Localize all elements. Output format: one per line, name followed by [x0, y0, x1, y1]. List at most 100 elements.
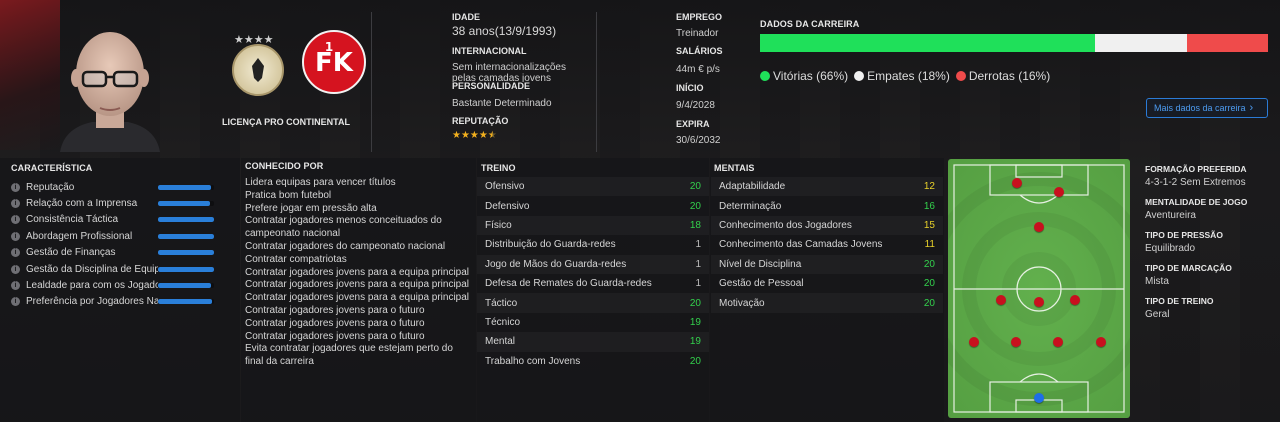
manager-face: [40, 20, 180, 152]
training-attribute-row[interactable]: Defensivo 20: [477, 196, 709, 215]
characteristic-bar: [158, 299, 214, 305]
formation-pitch[interactable]: [948, 159, 1130, 418]
characteristic-row[interactable]: i Abordagem Profissional: [11, 228, 237, 244]
mental-attribute-row[interactable]: Determinação 16: [711, 196, 943, 215]
attribute-label: Jogo de Mãos do Guarda-redes: [485, 258, 627, 270]
training-attribute-row[interactable]: Mental 19: [477, 332, 709, 351]
goalkeeper-marker[interactable]: [1034, 393, 1044, 403]
training-attribute-row[interactable]: Ofensivo 20: [477, 177, 709, 196]
known-for-item: Contratar jogadores jovens para a equipa…: [245, 279, 470, 291]
more-career-data-label: Mais dados da carreira: [1154, 103, 1246, 113]
info-icon[interactable]: i: [11, 182, 20, 192]
attribute-value: 19: [689, 316, 701, 328]
age-block: IDADE 38 anos(13/9/1993): [452, 12, 592, 38]
info-icon[interactable]: i: [11, 248, 20, 258]
age-label: IDADE: [452, 12, 481, 22]
attribute-label: Táctico: [485, 297, 518, 309]
known-for-item: Evita contratar jogadores que estejam pe…: [245, 343, 453, 368]
info-icon[interactable]: i: [11, 199, 20, 209]
characteristic-row[interactable]: i Gestão de Finanças: [11, 245, 237, 261]
chevron-right-icon: ›: [1249, 102, 1254, 114]
info-icon[interactable]: i: [11, 281, 20, 291]
characteristic-row[interactable]: i Lealdade para com os Jogadores: [11, 277, 237, 293]
attribute-value: 20: [923, 278, 935, 290]
attribute-label: Conhecimento dos Jogadores: [719, 219, 852, 231]
attribute-value: 19: [689, 336, 701, 348]
draws-dot-icon: [854, 71, 865, 81]
known-for-section: CONHECIDO POR Lidera equipas para vencer…: [245, 161, 473, 369]
training-attribute-row[interactable]: Táctico 20: [477, 293, 709, 312]
characteristic-row[interactable]: i Reputação: [11, 179, 237, 195]
training-attribute-row[interactable]: Trabalho com Jovens 20: [477, 352, 709, 371]
info-icon[interactable]: i: [11, 215, 20, 225]
training-attribute-row[interactable]: Físico 18: [477, 216, 709, 235]
characteristic-bar-fill: [158, 266, 214, 272]
losses-segment: [1186, 34, 1268, 52]
player-marker[interactable]: [1034, 222, 1044, 232]
divider: [596, 12, 597, 152]
characteristics-section: CARACTERÍSTICA i Reputação i Relação com a …: [11, 163, 237, 310]
player-marker[interactable]: [1011, 337, 1021, 347]
player-marker[interactable]: [1054, 187, 1064, 197]
known-for-item: Contratar jogadores menos conceituados d…: [245, 215, 442, 240]
attribute-value: 1: [695, 239, 701, 251]
attribute-label: Defesa de Remates do Guarda-redes: [485, 278, 652, 290]
training-attribute-row[interactable]: Técnico 19: [477, 313, 709, 332]
mental-attribute-row[interactable]: Motivação 20: [711, 293, 943, 312]
attribute-label: Distribuição do Guarda-redes: [485, 239, 616, 251]
characteristic-bar: [158, 201, 214, 207]
known-for-item: Contratar jogadores do campeonato nacion…: [245, 240, 446, 252]
characteristics-list: i Reputação i Relação com a Imprensa i Consis…: [11, 179, 237, 310]
characteristic-bar: [158, 233, 214, 239]
mental-attribute-row[interactable]: Conhecimento dos Jogadores 15: [711, 216, 943, 235]
wins-segment: [760, 34, 1096, 52]
characteristic-row[interactable]: i Relação com a Imprensa: [11, 195, 237, 211]
attribute-label: Adaptabilidade: [719, 181, 786, 193]
formation-value: 4-3-1-2 Sem Extremos: [1145, 177, 1246, 188]
reputation-stars: ★★★★★: [452, 130, 497, 141]
wins-dot-icon: [760, 71, 770, 81]
mental-attribute-row[interactable]: Adaptabilidade 12: [711, 177, 943, 196]
training-title: TREINO: [481, 163, 516, 173]
characteristic-bar: [158, 250, 214, 256]
player-marker[interactable]: [1070, 295, 1080, 305]
characteristic-label: Gestão da Disciplina de Equipa: [26, 263, 158, 275]
attribute-value: 1: [695, 258, 701, 270]
player-marker[interactable]: [1012, 178, 1022, 188]
more-career-data-button[interactable]: Mais dados da carreira ›: [1146, 98, 1268, 118]
attribute-value: 15: [923, 219, 935, 231]
job-label: EMPREGO: [676, 12, 723, 22]
training-type-label: TIPO DE TREINO: [1145, 296, 1214, 306]
training-attribute-row[interactable]: Defesa de Remates do Guarda-redes 1: [477, 274, 709, 293]
training-attribute-row[interactable]: Distribuição do Guarda-redes 1: [477, 235, 709, 254]
attribute-label: Determinação: [719, 200, 782, 212]
info-icon[interactable]: i: [11, 264, 20, 274]
training-attribute-row[interactable]: Jogo de Mãos do Guarda-redes 1: [477, 255, 709, 274]
player-marker[interactable]: [1096, 337, 1106, 347]
divider: [371, 12, 372, 152]
mental-attribute-row[interactable]: Gestão de Pessoal 20: [711, 274, 943, 293]
attribute-label: Trabalho com Jovens: [485, 355, 581, 367]
characteristic-row[interactable]: i Gestão da Disciplina de Equipa: [11, 261, 237, 277]
attribute-label: Defensivo: [485, 200, 530, 212]
characteristic-row[interactable]: i Preferência por Jogadores Na...: [11, 294, 237, 310]
player-marker[interactable]: [969, 337, 979, 347]
mental-attribute-row[interactable]: Nível de Disciplina 20: [711, 255, 943, 274]
player-marker[interactable]: [1034, 297, 1044, 307]
info-icon[interactable]: i: [11, 297, 20, 307]
info-icon[interactable]: i: [11, 231, 20, 241]
characteristic-row[interactable]: i Consistência Táctica: [11, 212, 237, 228]
club-crest-icon[interactable]: FK 1: [302, 30, 366, 94]
expiry-block: EXPIRA 30/6/2032: [676, 119, 721, 146]
characteristic-bar: [158, 184, 214, 190]
national-team-crest-icon[interactable]: ★★★★: [232, 37, 284, 96]
attribute-value: 11: [924, 239, 935, 251]
player-marker[interactable]: [1053, 337, 1063, 347]
training-type-value: Geral: [1145, 309, 1170, 320]
known-for-list: Lidera equipas para vencer títulos Pratic…: [245, 177, 473, 369]
training-list: Ofensivo 20 Defensivo 20 Físico 18 Distribuiçã…: [477, 177, 709, 371]
mental-list: Adaptabilidade 12 Determinação 16 Conhecimen…: [711, 177, 943, 313]
career-results-bar: [760, 34, 1268, 52]
player-marker[interactable]: [996, 295, 1006, 305]
mental-attribute-row[interactable]: Conhecimento das Camadas Jovens 11: [711, 235, 943, 254]
